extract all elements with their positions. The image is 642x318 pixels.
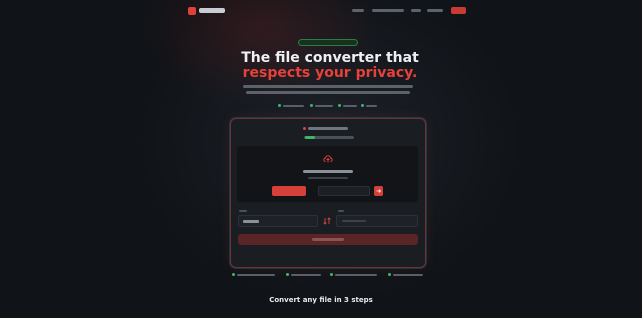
trust-item (237, 273, 275, 276)
card-header-icon (303, 127, 306, 130)
top-nav (0, 0, 642, 22)
arrow-right-icon[interactable] (374, 186, 383, 196)
hero-headline-accent: respects your privacy. (242, 65, 418, 81)
feature-item (315, 104, 333, 107)
hero-headline: The file converter that (241, 50, 419, 66)
to-label (338, 210, 344, 212)
from-format-value (243, 220, 259, 223)
check-icon (361, 104, 364, 107)
check-icon (330, 273, 333, 276)
nav-cta-button[interactable] (451, 7, 466, 14)
steps-heading: Convert any file in 3 steps (269, 296, 373, 304)
page: The file converter that respects your pr… (0, 0, 642, 318)
nav-link[interactable] (427, 9, 443, 12)
check-icon (232, 273, 235, 276)
check-icon (310, 104, 313, 107)
nav-link[interactable] (372, 9, 404, 12)
url-input[interactable] (318, 186, 370, 196)
check-icon (286, 273, 289, 276)
swap-arrows-icon[interactable] (322, 216, 332, 226)
hero-badge (298, 39, 358, 46)
trust-item (393, 273, 423, 276)
nav-link[interactable] (352, 9, 364, 12)
check-icon (388, 273, 391, 276)
card-subtext-badge (305, 136, 315, 139)
card-heading (308, 127, 348, 130)
drop-zone-hint (308, 177, 348, 179)
logo-wordmark[interactable] (199, 8, 225, 13)
choose-file-button[interactable] (272, 186, 306, 196)
convert-button-label (312, 238, 344, 241)
hero-description (243, 85, 413, 88)
logo-icon[interactable] (188, 7, 196, 15)
trust-item (291, 273, 321, 276)
hero-description (246, 91, 410, 94)
feature-item (283, 104, 304, 107)
to-format-placeholder (342, 220, 366, 222)
cloud-upload-icon (323, 155, 333, 163)
from-label (239, 210, 247, 212)
feature-item (343, 104, 357, 107)
check-icon (278, 104, 281, 107)
check-icon (338, 104, 341, 107)
feature-item (366, 104, 377, 107)
drop-zone-title (303, 170, 353, 173)
nav-link[interactable] (411, 9, 421, 12)
trust-item (335, 273, 377, 276)
